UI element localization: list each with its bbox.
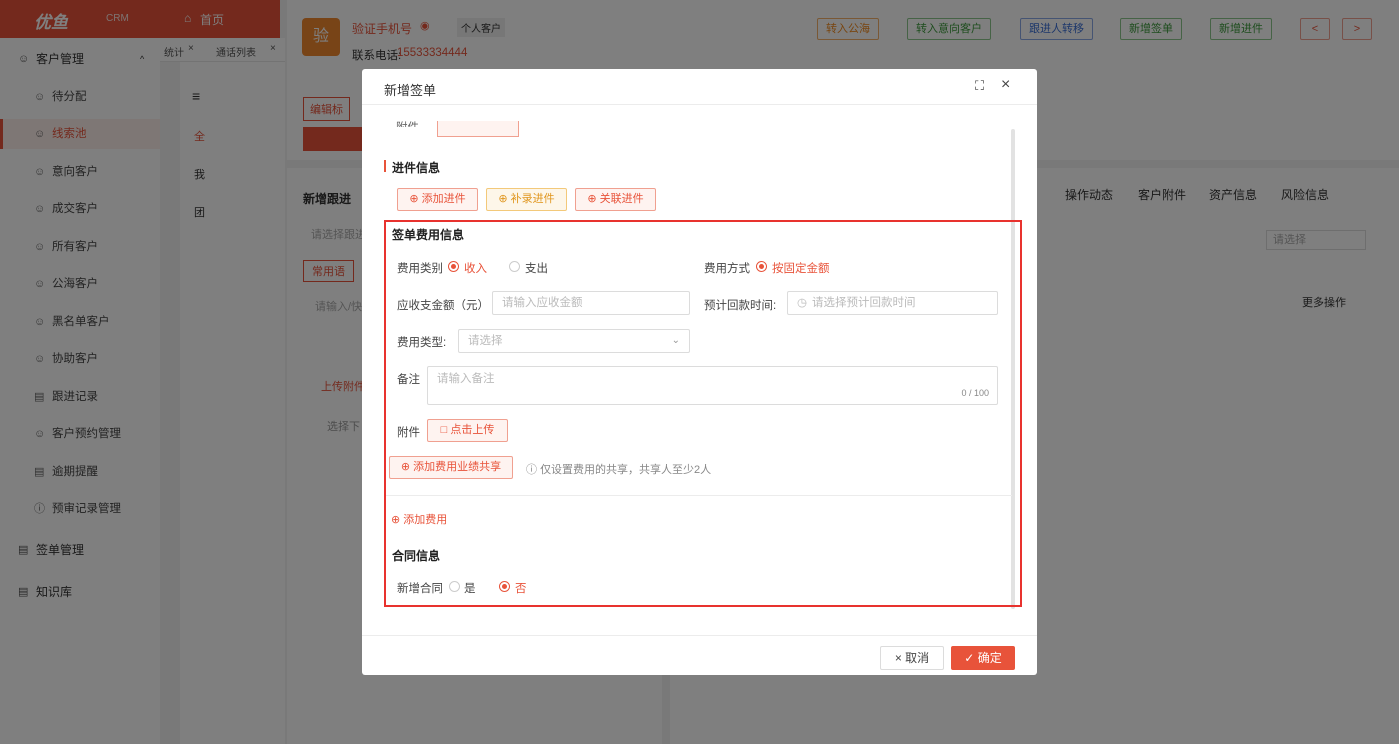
add-jinjian-button[interactable]: ⊕ 添加进件 (397, 188, 478, 211)
new-sign-dialog: 新增签单 ⛶ × 附件 进件信息 ⊕ 添加进件 ⊕ 补录进件 ⊕ 关联进件 签单… (362, 69, 1037, 675)
check-icon: ✓ (964, 651, 975, 665)
section-marker (384, 160, 386, 172)
dialog-title: 新增签单 (384, 83, 437, 98)
confirm-button[interactable]: ✓ 确定 (951, 646, 1015, 670)
dialog-footer: × 取消 ✓ 确定 (362, 635, 1037, 675)
top-upload-button[interactable] (437, 121, 519, 137)
link-jinjian-button[interactable]: ⊕ 关联进件 (575, 188, 656, 211)
supplement-jinjian-button[interactable]: ⊕ 补录进件 (486, 188, 567, 211)
top-attach-label: 附件 (396, 119, 419, 127)
close-icon: × (894, 651, 902, 665)
plus-circle-icon: ⊕ (498, 193, 508, 205)
plus-circle-icon: ⊕ (587, 193, 597, 205)
cancel-button[interactable]: × 取消 (880, 646, 944, 670)
jinjian-title: 进件信息 (392, 161, 441, 175)
plus-circle-icon: ⊕ (409, 193, 419, 205)
close-icon[interactable]: × (1001, 76, 1010, 94)
dialog-header: 新增签单 ⛶ × (362, 69, 1037, 105)
fullscreen-icon[interactable]: ⛶ (975, 78, 984, 94)
highlight-box (384, 220, 1022, 607)
